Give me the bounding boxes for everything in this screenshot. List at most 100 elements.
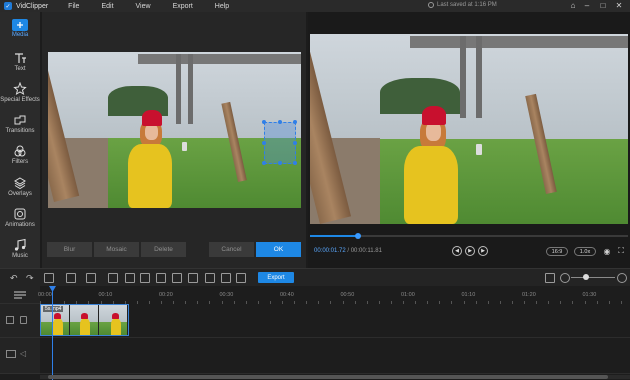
sidebar-item-filters[interactable]: Filters	[0, 141, 40, 171]
video-clip[interactable]: 5s.mp4	[40, 304, 129, 336]
progress-knob[interactable]	[355, 233, 361, 239]
clip-thumbnail	[99, 305, 128, 335]
rotate-icon[interactable]	[125, 273, 135, 283]
ok-button[interactable]: OK	[256, 242, 301, 257]
menu-bar: File Edit View Export Help	[68, 3, 251, 10]
sidebar-item-special-effects[interactable]: Special Effects	[0, 79, 40, 109]
profile-icon[interactable]: ⌂	[568, 1, 578, 11]
timeline-scrollbar[interactable]	[40, 375, 630, 379]
mosaic-button[interactable]: Mosaic	[94, 242, 139, 257]
menu-view[interactable]: View	[136, 3, 151, 10]
clip-label: 5s.mp4	[43, 306, 64, 312]
menu-help[interactable]: Help	[215, 3, 229, 10]
sidebar-item-label: Filters	[11, 159, 29, 165]
resize-handle[interactable]	[293, 120, 297, 124]
resize-handle[interactable]	[293, 141, 297, 145]
sidebar: Media Text Special Effects Transitions F…	[0, 12, 40, 268]
sidebar-item-text[interactable]: Text	[0, 48, 40, 78]
mosaic-selection-box[interactable]	[262, 120, 297, 165]
resize-handle[interactable]	[293, 161, 297, 165]
playhead[interactable]	[52, 286, 53, 380]
fit-timeline-icon[interactable]	[545, 273, 555, 283]
sidebar-item-music[interactable]: Music	[0, 235, 40, 265]
export-button[interactable]: Export	[258, 272, 294, 283]
scrollbar-thumb[interactable]	[48, 375, 608, 379]
delete-clip-icon[interactable]	[44, 273, 54, 283]
speed-value: 1.0x	[579, 248, 591, 255]
ruler-label: 00:10	[98, 292, 113, 298]
scene-crane-leg	[460, 36, 466, 118]
snapshot-icon[interactable]: ◉	[602, 246, 612, 256]
export-label: Export	[267, 274, 285, 281]
mosaic-tool-icon[interactable]	[140, 273, 150, 283]
audio-track[interactable]	[40, 338, 630, 374]
record-voice-icon[interactable]	[188, 273, 198, 283]
zoom-slider-knob[interactable]	[583, 274, 589, 280]
edit-clip-icon[interactable]	[66, 273, 76, 283]
editor-canvas	[48, 52, 301, 208]
menu-export[interactable]: Export	[173, 3, 193, 10]
color-icon[interactable]	[221, 273, 231, 283]
close-icon[interactable]: ✕	[614, 1, 624, 11]
timecode: 00:00:01.72 / 00:00:11.81	[314, 248, 382, 254]
cancel-button[interactable]: Cancel	[209, 242, 254, 257]
editor-video-frame	[48, 52, 301, 208]
freeze-frame-icon[interactable]	[156, 273, 166, 283]
ruler-label: 01:10	[461, 292, 476, 298]
fullscreen-icon[interactable]: ⛶	[616, 246, 626, 256]
sidebar-item-media[interactable]: Media	[0, 16, 40, 46]
aspect-ratio-value: 16:9	[551, 248, 563, 255]
zoom-out-icon[interactable]	[560, 273, 570, 283]
ruler-label: 00:20	[159, 292, 173, 298]
split-icon[interactable]	[86, 273, 96, 283]
blur-button[interactable]: Blur	[47, 242, 92, 257]
aspect-ratio-select[interactable]: 16:9	[546, 247, 568, 256]
sidebar-item-overlays[interactable]: Overlays	[0, 173, 40, 203]
sidebar-item-animations[interactable]: Animations	[0, 204, 40, 234]
text-tool-icon[interactable]	[205, 273, 215, 283]
playback-progress-bar[interactable]	[310, 233, 628, 239]
zoom-in-icon[interactable]	[617, 273, 627, 283]
ruler-label: 00:50	[340, 292, 355, 298]
crop-icon[interactable]	[108, 273, 118, 283]
resize-handle[interactable]	[278, 120, 282, 124]
mosaic-editor-panel: Blur Mosaic Delete Cancel OK	[42, 12, 306, 268]
scene-crane-leg	[176, 54, 181, 124]
ruler-label: 01:00	[401, 292, 415, 298]
sidebar-item-label: Transitions	[5, 128, 35, 134]
preview-video-frame[interactable]	[310, 34, 628, 224]
menu-edit[interactable]: Edit	[101, 3, 113, 10]
mute-icon[interactable]: ◁	[20, 350, 28, 358]
timeline-ruler[interactable]: 00:00 00:10 00:20 00:30 00:40 00:50 01:00 01:10…	[38, 290, 630, 304]
resize-handle[interactable]	[262, 141, 266, 145]
resize-handle[interactable]	[262, 161, 266, 165]
resize-handle[interactable]	[278, 161, 282, 165]
undo-icon[interactable]: ↶	[10, 273, 20, 283]
speed-select[interactable]: 1.0x	[574, 247, 596, 256]
menu-file[interactable]: File	[68, 3, 79, 10]
lock-icon[interactable]	[20, 316, 27, 324]
previous-frame-icon[interactable]: ◀	[452, 246, 462, 256]
minimize-icon[interactable]: –	[582, 1, 592, 11]
zoom-slider[interactable]	[571, 277, 615, 278]
ruler-label: 00:40	[280, 292, 294, 298]
scene-sky	[310, 34, 628, 139]
play-icon[interactable]: ▶	[465, 246, 475, 256]
transitions-icon	[13, 113, 27, 127]
redo-icon[interactable]: ↷	[26, 273, 36, 283]
scene-crane-beam	[138, 54, 301, 64]
next-frame-icon[interactable]: ▶	[478, 246, 488, 256]
maximize-icon[interactable]: □	[598, 1, 608, 11]
sidebar-item-transitions[interactable]: Transitions	[0, 110, 40, 140]
app-name: VidClipper	[16, 2, 49, 10]
track-list-icon[interactable]	[14, 291, 26, 299]
saved-status-text: Last saved at 1:16 PM	[437, 2, 497, 8]
settings-icon[interactable]	[236, 273, 246, 283]
timeline-header	[0, 286, 40, 304]
delete-button[interactable]: Delete	[141, 242, 186, 257]
text-icon	[13, 51, 27, 65]
video-track-icon	[6, 316, 14, 324]
resize-handle[interactable]	[262, 120, 266, 124]
duration-icon[interactable]	[172, 273, 182, 283]
save-status: Last saved at 1:16 PM	[428, 2, 497, 8]
